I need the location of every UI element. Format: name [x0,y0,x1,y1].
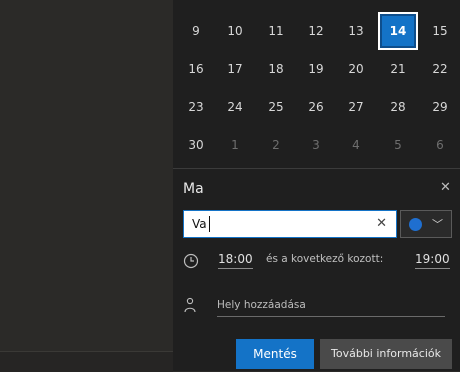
left-pane-footer [0,351,173,372]
person-icon [184,297,196,313]
color-picker[interactable]: ﹀ [400,210,452,238]
chevron-down-icon: ﹀ [432,218,443,231]
calendar-day[interactable]: 23 [178,90,214,124]
calendar-day[interactable]: 21 [380,52,416,86]
calendar-day[interactable]: 24 [217,90,253,124]
calendar-day[interactable]: 20 [338,52,374,86]
calendar-grid: 9 10 11 12 13 14 15 16 17 18 19 20 21 22 23 24 25 26 27 28 2… [173,14,460,164]
location-placeholder: Hely hozzáadása [217,299,306,311]
start-time-picker[interactable]: 18:00 [218,252,253,269]
calendar-day[interactable]: 15 [422,14,458,48]
calendar-week-row: 9 10 11 12 13 14 15 [173,14,460,52]
divider [173,168,460,169]
calendar-day[interactable]: 26 [298,90,334,124]
event-title-input[interactable]: Va ✕ [183,210,397,238]
calendar-day[interactable]: 28 [380,90,416,124]
calendar-day[interactable]: 17 [217,52,253,86]
calendar-week-row: 30 1 2 3 4 5 6 [173,128,460,166]
calendar-day[interactable]: 4 [338,128,374,162]
event-title-value: Va [192,217,207,231]
calendar-day[interactable]: 11 [258,14,294,48]
time-row: 18:00 és a kovetkező kozott: 19:00 [183,252,453,272]
calendar-day[interactable]: 18 [258,52,294,86]
day-label: Ma [183,181,204,197]
color-dot [409,218,422,231]
more-details-button[interactable]: További információk [320,339,452,369]
calendar-day[interactable]: 16 [178,52,214,86]
calendar-day[interactable]: 1 [217,128,253,162]
location-row: Hely hozzáadása [183,296,453,318]
end-time-picker[interactable]: 19:00 [415,252,450,269]
calendar-day[interactable]: 29 [422,90,458,124]
calendar-day[interactable]: 19 [298,52,334,86]
calendar-day[interactable]: 27 [338,90,374,124]
calendar-week-row: 16 17 18 19 20 21 22 [173,52,460,90]
text-caret [209,216,210,232]
calendar-day[interactable]: 25 [258,90,294,124]
calendar-day[interactable]: 9 [178,14,214,48]
save-button[interactable]: Mentés [236,339,314,369]
time-between-label: és a kovetkező kozott: [266,253,384,265]
clock-icon [183,253,199,269]
calendar-day[interactable]: 10 [217,14,253,48]
calendar-day[interactable]: 6 [422,128,458,162]
left-pane [0,0,173,371]
calendar-day[interactable]: 3 [298,128,334,162]
calendar-day[interactable]: 2 [258,128,294,162]
calendar-day[interactable]: 30 [178,128,214,162]
calendar-day-today[interactable]: 14 [380,14,416,48]
clear-icon[interactable]: ✕ [376,216,387,231]
calendar-day[interactable]: 22 [422,52,458,86]
close-icon[interactable]: ✕ [440,180,451,195]
calendar-day[interactable]: 12 [298,14,334,48]
calendar-day[interactable]: 5 [380,128,416,162]
location-input[interactable]: Hely hozzáadása [217,296,445,317]
calendar-week-row: 23 24 25 26 27 28 29 [173,90,460,128]
calendar-day[interactable]: 13 [338,14,374,48]
